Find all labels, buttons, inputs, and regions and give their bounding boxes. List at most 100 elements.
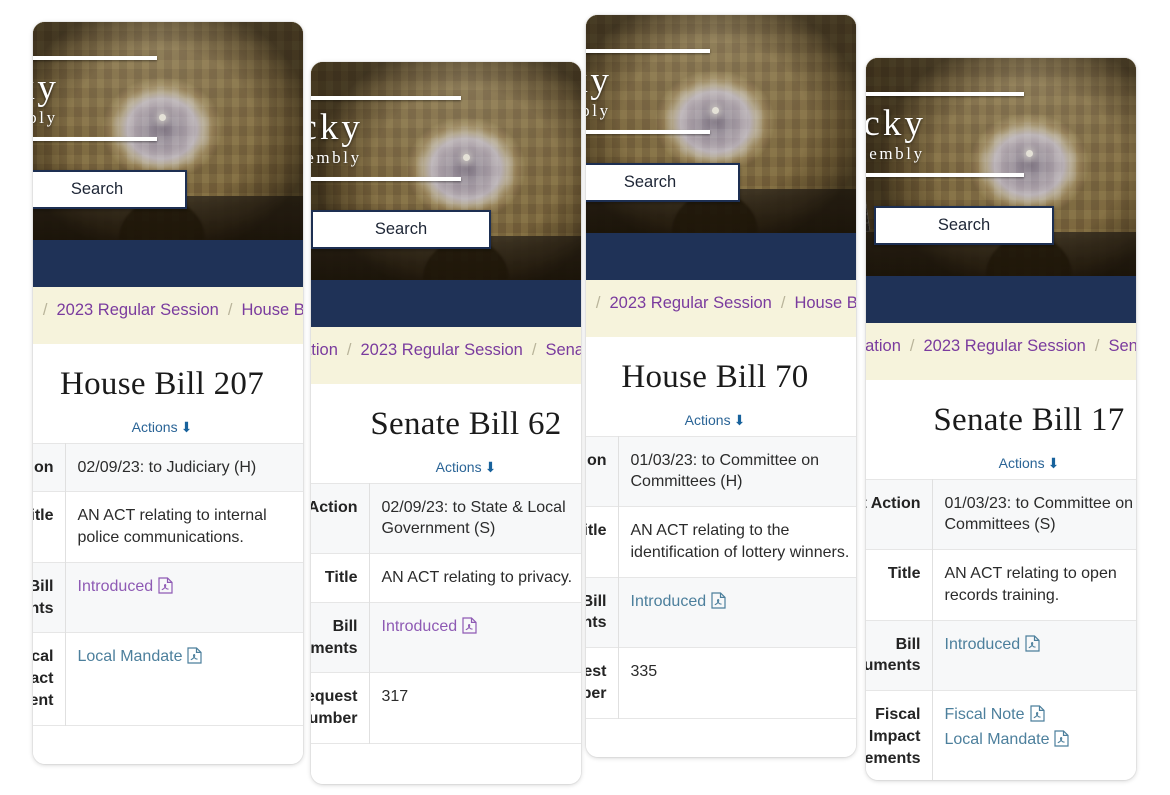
logo-rule-bottom <box>866 173 1024 178</box>
row-value: 335 <box>618 648 856 719</box>
table-row: Fiscal Impact Statement Local Mandate <box>33 632 303 726</box>
main-navbar[interactable] <box>866 276 1136 323</box>
table-row: Bill Request Number 317 <box>311 672 581 744</box>
site-logo[interactable]: KentuckyGeneral Assembly <box>33 56 191 142</box>
table-row: Title AN ACT relating to internal police c… <box>33 491 303 563</box>
breadcrumb-item-2[interactable]: 2023 Regular Session <box>609 294 771 312</box>
mobile-page-viewport: KentuckyGeneral Assembly Search Legislatio… <box>311 62 581 784</box>
breadcrumb-separator: / <box>780 294 786 312</box>
breadcrumb-item-3[interactable]: Senate Bills <box>545 341 581 359</box>
bill-content: House Bill 70Actions⬇Last Action01/03/23… <box>586 336 856 757</box>
main-navbar[interactable] <box>586 233 856 280</box>
table-row: Bill Documents Introduced <box>33 562 303 633</box>
row-header: Bill Documents <box>33 562 66 633</box>
breadcrumb-item-1[interactable]: Legislation <box>866 337 901 355</box>
actions-link[interactable]: Actions <box>999 455 1045 471</box>
breadcrumb: Legislation/2023 Regular Session/House B… <box>33 287 303 344</box>
search-button-label: Search <box>70 180 124 198</box>
table-row: Bill Request Number 335 <box>586 647 856 719</box>
table-row: Last Action 01/03/23: to Committee on Comm… <box>866 479 1136 550</box>
logo-rule-bottom <box>586 130 710 135</box>
row-value <box>65 725 303 764</box>
document-link[interactable]: Introduced <box>78 578 154 595</box>
document-link[interactable]: Fiscal Note <box>945 706 1025 723</box>
screenshot-collage: KentuckyGeneral Assembly Search Legislatio… <box>0 0 1170 795</box>
row-value: 02/09/23: to State & Local Government (S) <box>369 483 581 554</box>
value-line: 335 <box>630 663 658 681</box>
value-line: 317 <box>381 688 409 706</box>
table-row: Last Action 02/09/23: to State & Local Gov… <box>311 483 581 554</box>
site-hero-banner: KentuckyGeneral Assembly Search <box>586 15 856 233</box>
table-row: Title AN ACT relating to open records trai… <box>866 549 1136 621</box>
panel-house-bill-207[interactable]: KentuckyGeneral AssemblySearchLegislatio… <box>33 22 303 764</box>
row-value: Introduced <box>618 577 856 648</box>
row-header: Last Action <box>33 443 66 492</box>
breadcrumb-separator: / <box>909 337 915 355</box>
panel-house-bill-70[interactable]: KentuckyGeneral AssemblySearchLegislatio… <box>586 15 856 757</box>
bill-content: House Bill 207 Actions⬇ Last Action 02/09/2… <box>33 343 303 764</box>
site-logo[interactable]: KentuckyGeneral Assembly <box>586 49 744 135</box>
pdf-icon <box>187 647 203 671</box>
breadcrumb: Legislation / 2023 Regular Session / Senate … <box>311 327 581 384</box>
document-link[interactable]: Introduced <box>631 593 707 610</box>
row-value <box>618 718 856 757</box>
panel-senate-bill-17[interactable]: KentuckyGeneral Assembly Search Legislatio… <box>866 58 1136 780</box>
breadcrumb-item-2[interactable]: 2023 Regular Session <box>360 341 522 359</box>
search-button[interactable]: Search <box>586 163 740 202</box>
logo-rule-top <box>586 49 710 53</box>
bill-detail-table: Last Action 02/09/23: to State & Local Gov… <box>311 483 581 784</box>
breadcrumb-item-3[interactable]: House Bills <box>794 294 856 312</box>
row-header: Title <box>311 553 370 603</box>
breadcrumb-separator: / <box>531 341 537 359</box>
actions-link[interactable]: Actions <box>436 459 482 475</box>
document-link[interactable]: Introduced <box>382 618 458 635</box>
panel-senate-bill-62[interactable]: KentuckyGeneral Assembly Search Legislatio… <box>311 62 581 784</box>
row-header <box>586 718 618 757</box>
breadcrumb-item-2[interactable]: 2023 Regular Session <box>923 337 1085 355</box>
pdf-icon <box>1025 635 1040 659</box>
table-row: Title AN ACT relating to privacy. <box>311 553 581 603</box>
table-row <box>311 743 581 784</box>
value-line: 01/03/23: to Committee on <box>944 494 1134 512</box>
table-row: Fiscal Impact Statements Fiscal Note Local… <box>866 690 1136 780</box>
logo-rule-top <box>311 96 461 100</box>
main-navbar[interactable] <box>311 280 581 327</box>
breadcrumb-item-3[interactable]: House Bills <box>241 301 303 319</box>
actions-row: Actions ⬇ <box>866 455 1136 472</box>
actions-link[interactable]: Actions <box>685 412 731 428</box>
document-link[interactable]: Introduced <box>945 636 1021 653</box>
search-button[interactable]: Search <box>311 210 491 249</box>
table-row: Last Action 02/09/23: to Judiciary (H) <box>33 443 303 492</box>
value-line: 02/09/23: to State & Local <box>381 498 566 516</box>
page-title: House Bill 70 <box>621 358 809 395</box>
mobile-page-viewport: KentuckyGeneral AssemblySearchLegislatio… <box>33 22 303 764</box>
breadcrumb-separator: / <box>227 301 233 319</box>
document-link[interactable]: Local Mandate <box>945 731 1050 748</box>
document-link[interactable]: Local Mandate <box>78 648 183 665</box>
value-line: Government (S) <box>381 520 496 538</box>
logo-general-assembly-text: General Assembly <box>311 147 362 167</box>
breadcrumb-item-1[interactable]: Legislation <box>311 341 338 359</box>
actions-row: Actions ⬇ <box>33 419 303 436</box>
row-value: Fiscal Note Local Mandate <box>932 691 1136 780</box>
actions-link[interactable]: Actions <box>132 419 178 435</box>
breadcrumb: Legislation/2023 Regular Session/House B… <box>586 280 856 337</box>
page-title: Senate Bill 17 <box>933 401 1125 438</box>
search-button[interactable]: Search <box>33 170 187 209</box>
table-row: Bill Documents Introduced <box>866 620 1136 691</box>
row-header: Bill Request Number <box>311 672 370 744</box>
main-navbar[interactable] <box>33 240 303 287</box>
breadcrumb-item-2[interactable]: 2023 Regular Session <box>56 301 218 319</box>
site-logo[interactable]: KentuckyGeneral Assembly <box>866 92 1058 178</box>
arrow-down-icon: ⬇ <box>180 418 193 435</box>
breadcrumb-item-3[interactable]: Senate Bills <box>1108 337 1136 355</box>
value-line: records training. <box>944 586 1060 604</box>
search-button[interactable]: Search <box>874 206 1054 245</box>
value-line: AN ACT relating to open <box>944 565 1117 583</box>
site-logo[interactable]: KentuckyGeneral Assembly <box>311 96 495 182</box>
row-header: Fiscal Impact Statement <box>33 632 66 726</box>
value-line: AN ACT relating to the <box>630 522 790 540</box>
row-header: Last Action <box>311 483 370 554</box>
row-value: AN ACT relating to privacy. <box>369 554 581 603</box>
row-value: 317 <box>369 673 581 744</box>
